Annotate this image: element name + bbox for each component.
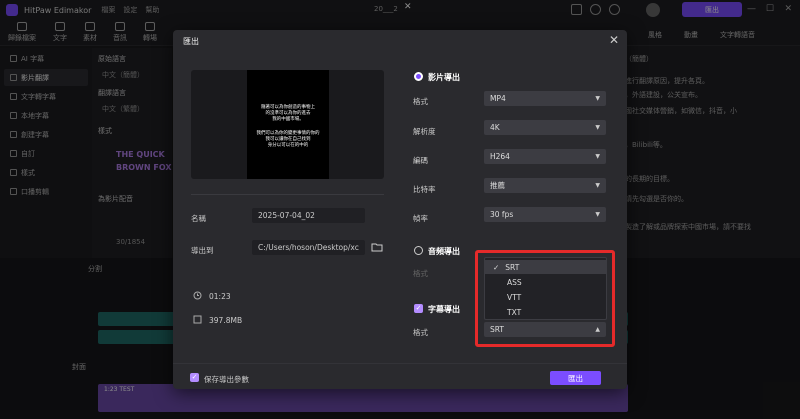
video-preview: 隨著可以為你創造的事物上 的沒準可以為你的進去 我的中國市場。 我們可以為你的變… (191, 70, 384, 179)
file-size: 397.8MB (209, 316, 243, 325)
export-path-input[interactable]: C:/Users/hoson/Desktop/xc (252, 240, 365, 255)
framerate-select[interactable]: 30 fps ▼ (484, 207, 606, 222)
audio-format-label: 格式 (413, 269, 428, 278)
resolution-label: 解析度 (413, 127, 436, 136)
bitrate-label: 比特率 (413, 185, 436, 194)
name-input[interactable]: 2025-07-04_02 (252, 208, 365, 223)
save-params-checkbox[interactable]: ✓ (190, 373, 199, 382)
chevron-down-icon: ▼ (595, 124, 600, 131)
subtitle-export-title: 字幕導出 (428, 305, 460, 314)
footer-divider (173, 363, 627, 364)
preview-subtitle-line: 身分以可以在的中的 (267, 143, 309, 148)
bitrate-select[interactable]: 推薦 ▼ (484, 178, 606, 193)
highlight-box (475, 250, 615, 347)
codec-label: 編碼 (413, 156, 428, 165)
video-export-title: 影片導出 (428, 73, 460, 82)
resolution-select[interactable]: 4K ▼ (484, 120, 606, 135)
video-format-select[interactable]: MP4 ▼ (484, 91, 606, 106)
video-export-radio[interactable] (414, 72, 423, 81)
chevron-down-icon: ▼ (595, 182, 600, 189)
save-params-label: 保存導出參數 (204, 375, 249, 384)
framerate-label: 幀率 (413, 214, 428, 223)
chevron-down-icon: ▼ (595, 95, 600, 102)
folder-icon[interactable] (371, 242, 383, 252)
preview-subtitle-line: 我的中國市場。 (272, 117, 304, 122)
chevron-down-icon: ▼ (595, 211, 600, 218)
preview-frame: 隨著可以為你創造的事物上 的沒準可以為你的進去 我的中國市場。 我們可以為你的變… (247, 70, 329, 179)
export-button[interactable]: 匯出 (550, 371, 601, 385)
export-to-label: 導出到 (191, 246, 214, 255)
subtitle-format-label: 格式 (413, 328, 428, 337)
file-size-icon (193, 315, 202, 324)
codec-select[interactable]: H264 ▼ (484, 149, 606, 164)
clock-icon (193, 291, 202, 300)
audio-export-title: 音頻導出 (428, 247, 460, 256)
audio-export-radio[interactable] (414, 246, 423, 255)
name-label: 名稱 (191, 214, 206, 223)
close-icon[interactable]: ✕ (609, 33, 619, 47)
divider (191, 194, 384, 195)
duration: 01:23 (209, 292, 231, 301)
dialog-title: 匯出 (183, 37, 199, 46)
subtitle-export-checkbox[interactable]: ✓ (414, 304, 423, 313)
video-format-label: 格式 (413, 97, 428, 106)
chevron-down-icon: ▼ (595, 153, 600, 160)
